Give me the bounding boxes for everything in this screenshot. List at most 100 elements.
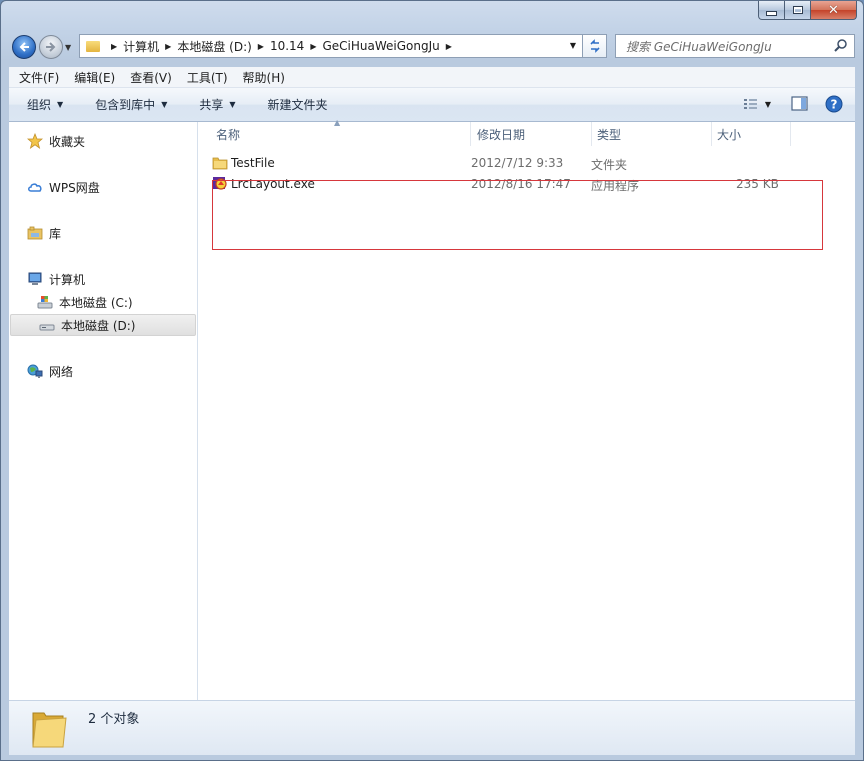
- nav-item-drive-d[interactable]: 本地磁盘 (D:): [10, 314, 196, 336]
- nav-item-label: 库: [49, 226, 62, 241]
- menu-edit[interactable]: 编辑(E): [64, 69, 120, 86]
- star-icon: [27, 133, 43, 149]
- details-view-icon: [743, 99, 757, 109]
- view-controls: ▼ ?: [733, 94, 845, 114]
- new-folder-label: 新建文件夹: [267, 98, 328, 112]
- nav-item-label: 网络: [49, 364, 74, 379]
- breadcrumb-chevron-icon[interactable]: ▶: [258, 42, 264, 51]
- nav-item-drive-c[interactable]: 本地磁盘 (C:): [37, 291, 133, 313]
- column-header-name[interactable]: 名称: [216, 122, 240, 146]
- maximize-icon: [792, 6, 803, 14]
- refresh-icon: [589, 39, 600, 53]
- menu-bar: 文件(F) 编辑(E) 查看(V) 工具(T) 帮助(H): [9, 67, 855, 88]
- command-bar: 组织 ▼ 包含到库中 ▼ 共享 ▼ 新建文件夹 ▼ ?: [9, 88, 855, 122]
- cloud-icon: [27, 179, 43, 195]
- menu-tools[interactable]: 工具(T): [177, 69, 233, 86]
- svg-text:?: ?: [831, 98, 838, 112]
- details-pane: 2 个对象: [9, 700, 855, 755]
- content-area: 收藏夹 WPS网盘 库 计算机 本地磁盘 (C:) 本地磁盘 (D:) 网络 ▲…: [9, 118, 855, 700]
- menu-view[interactable]: 查看(V): [120, 69, 177, 86]
- back-button[interactable]: [12, 35, 36, 59]
- breadcrumb-chevron-icon[interactable]: ▶: [111, 42, 117, 51]
- share-button[interactable]: 共享 ▼: [181, 88, 249, 121]
- sort-ascending-icon: ▲: [334, 118, 341, 127]
- breadcrumb-chevron-icon[interactable]: ▶: [446, 42, 452, 51]
- column-header-modified[interactable]: 修改日期: [477, 122, 525, 146]
- address-dropdown-icon[interactable]: ▼: [570, 41, 576, 50]
- nav-item-label: WPS网盘: [49, 180, 100, 195]
- organize-label: 组织: [27, 98, 52, 112]
- close-button[interactable]: ✕: [811, 1, 857, 20]
- column-header-size[interactable]: 大小: [717, 122, 741, 146]
- search-icon[interactable]: [833, 38, 849, 54]
- folder-icon: [32, 712, 67, 748]
- forward-button[interactable]: [39, 35, 63, 59]
- chevron-down-icon: ▼: [57, 100, 64, 109]
- breadcrumb-chevron-icon[interactable]: ▶: [165, 42, 171, 51]
- organize-button[interactable]: 组织 ▼: [9, 88, 77, 121]
- file-type: 文件夹: [591, 158, 628, 172]
- item-count: 2 个对象: [88, 712, 140, 727]
- column-divider[interactable]: [711, 122, 712, 146]
- column-header-label: 大小: [717, 127, 742, 142]
- file-modified: 2012/7/12 9:33: [471, 156, 564, 170]
- nav-item-label: 本地磁盘 (D:): [61, 318, 136, 333]
- column-divider[interactable]: [470, 122, 471, 146]
- table-row[interactable]: TestFile 2012/7/12 9:33 文件夹: [212, 154, 812, 174]
- nav-item-label: 计算机: [49, 272, 86, 287]
- folder-icon: [212, 155, 228, 174]
- nav-item-label: 本地磁盘 (C:): [59, 295, 133, 310]
- navigation-pane: 收藏夹 WPS网盘 库 计算机 本地磁盘 (C:) 本地磁盘 (D:) 网络: [9, 122, 198, 700]
- breadcrumb-computer[interactable]: 计算机: [123, 38, 159, 55]
- nav-item-libraries[interactable]: 库: [27, 222, 61, 244]
- address-bar[interactable]: ▶ 计算机 ▶ 本地磁盘 (D:) ▶ 10.14 ▶ GeCiHuaWeiGo…: [79, 34, 583, 58]
- breadcrumb-drive-d[interactable]: 本地磁盘 (D:): [177, 38, 251, 55]
- nav-item-wps-cloud[interactable]: WPS网盘: [27, 176, 100, 198]
- column-divider[interactable]: [591, 122, 592, 146]
- back-arrow-icon: [19, 42, 29, 52]
- menu-file[interactable]: 文件(F): [9, 69, 64, 86]
- share-label: 共享: [199, 98, 224, 112]
- change-view-button[interactable]: [741, 94, 763, 114]
- library-icon: [27, 225, 43, 241]
- breadcrumb-chevron-icon[interactable]: ▶: [310, 42, 316, 51]
- nav-item-computer[interactable]: 计算机: [27, 268, 85, 290]
- breadcrumb: ▶ 计算机 ▶ 本地磁盘 (D:) ▶ 10.14 ▶ GeCiHuaWeiGo…: [105, 35, 458, 57]
- preview-pane-button[interactable]: [789, 94, 811, 114]
- maximize-button[interactable]: [785, 1, 811, 20]
- include-in-library-button[interactable]: 包含到库中 ▼: [77, 88, 181, 121]
- new-folder-button[interactable]: 新建文件夹: [250, 88, 342, 121]
- nav-item-label: 收藏夹: [49, 134, 86, 149]
- menu-help[interactable]: 帮助(H): [233, 69, 290, 86]
- search-input[interactable]: [624, 36, 828, 58]
- minimize-button[interactable]: [758, 1, 785, 20]
- recent-pages-dropdown-icon[interactable]: ▼: [65, 43, 71, 52]
- explorer-window: ✕ ▼ ▶ 计算机 ▶ 本地磁盘 (D:) ▶ 10.14 ▶ GeCiHuaW…: [0, 0, 864, 761]
- nav-item-network[interactable]: 网络: [27, 360, 73, 382]
- forward-arrow-icon: [46, 42, 56, 52]
- column-header-label: 类型: [597, 127, 622, 142]
- folder-icon: [86, 40, 100, 52]
- network-icon: [27, 363, 43, 379]
- drive-icon: [39, 317, 55, 333]
- help-icon: ?: [825, 95, 843, 113]
- minimize-icon: [766, 10, 777, 16]
- highlight-box: [212, 180, 823, 250]
- computer-icon: [27, 271, 43, 287]
- refresh-button[interactable]: [583, 34, 607, 58]
- breadcrumb-10-14[interactable]: 10.14: [270, 39, 304, 53]
- file-list: ▲ 名称 修改日期 类型 大小 TestFile 2012/7/12 9:33 …: [198, 118, 855, 700]
- chevron-down-icon: ▼: [229, 100, 236, 109]
- column-divider[interactable]: [790, 122, 791, 146]
- nav-item-favorites[interactable]: 收藏夹: [27, 130, 85, 152]
- caption-buttons: ✕: [758, 1, 857, 21]
- breadcrumb-gecihuaweigongju[interactable]: GeCiHuaWeiGongJu: [322, 39, 439, 53]
- view-dropdown-icon[interactable]: ▼: [765, 100, 771, 109]
- navigation-row: ▼ ▶ 计算机 ▶ 本地磁盘 (D:) ▶ 10.14 ▶ GeCiHuaWei…: [1, 31, 863, 63]
- file-name: TestFile: [231, 156, 275, 170]
- help-button[interactable]: ?: [823, 94, 845, 114]
- include-in-library-label: 包含到库中: [95, 98, 156, 112]
- preview-pane-icon: [791, 96, 808, 111]
- column-header-label: 名称: [216, 127, 241, 142]
- column-header-type[interactable]: 类型: [597, 122, 621, 146]
